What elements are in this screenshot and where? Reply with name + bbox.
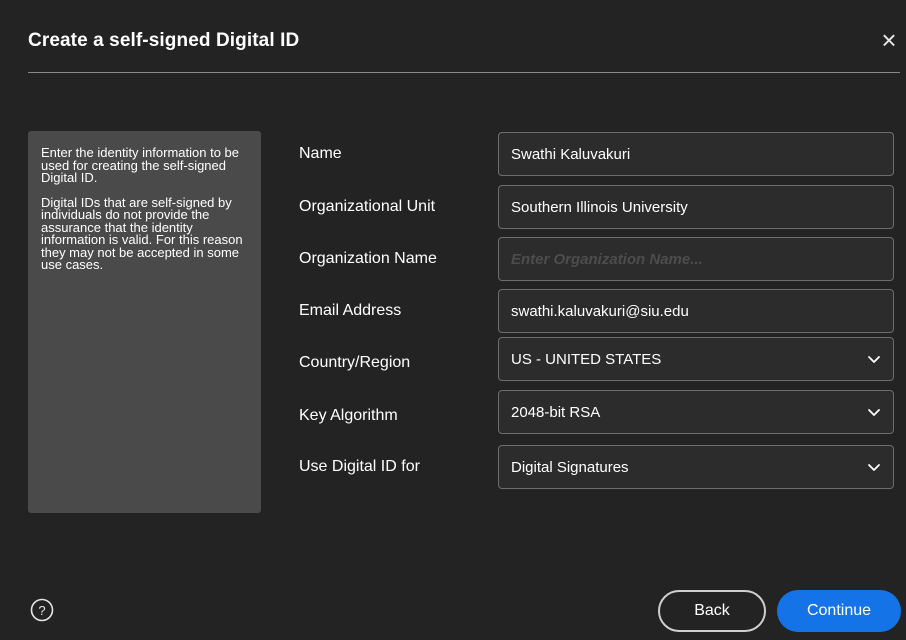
email-field-wrapper [498, 289, 894, 333]
chevron-down-icon [868, 464, 880, 471]
org-unit-input[interactable] [511, 198, 881, 216]
dialog-title: Create a self-signed Digital ID [28, 30, 300, 51]
email-label: Email Address [299, 302, 402, 319]
use-for-label: Use Digital ID for [299, 458, 420, 475]
question-circle-icon[interactable]: ? [30, 598, 54, 622]
country-select[interactable]: US - UNITED STATES [498, 337, 894, 381]
close-icon[interactable]: × [878, 27, 900, 53]
name-field-wrapper [498, 132, 894, 176]
continue-button[interactable]: Continue [777, 590, 901, 632]
org-name-field-wrapper [498, 237, 894, 281]
org-name-input[interactable] [511, 250, 881, 268]
chevron-down-icon [868, 409, 880, 416]
use-for-select[interactable]: Digital Signatures [498, 445, 894, 489]
info-panel: Enter the identity information to be use… [28, 131, 261, 513]
svg-text:?: ? [38, 603, 45, 618]
email-input[interactable] [511, 302, 881, 320]
info-paragraph-2: Digital IDs that are self-signed by indi… [41, 194, 243, 272]
key-algorithm-label: Key Algorithm [299, 407, 398, 424]
country-selected-value: US - UNITED STATES [511, 350, 662, 368]
digital-id-dialog: Create a self-signed Digital ID × Enter … [0, 0, 906, 640]
info-paragraph-1: Enter the identity information to be use… [41, 145, 240, 185]
org-unit-field-wrapper [498, 185, 894, 229]
title-divider [28, 72, 900, 73]
country-label: Country/Region [299, 354, 411, 371]
chevron-down-icon [868, 356, 880, 363]
key-algorithm-selected-value: 2048-bit RSA [511, 403, 601, 421]
back-button[interactable]: Back [658, 590, 766, 632]
org-unit-label: Organizational Unit [299, 198, 436, 215]
use-for-selected-value: Digital Signatures [511, 458, 629, 476]
key-algorithm-select[interactable]: 2048-bit RSA [498, 390, 894, 434]
name-input[interactable] [511, 145, 881, 163]
org-name-label: Organization Name [299, 250, 437, 267]
name-label: Name [299, 145, 342, 162]
